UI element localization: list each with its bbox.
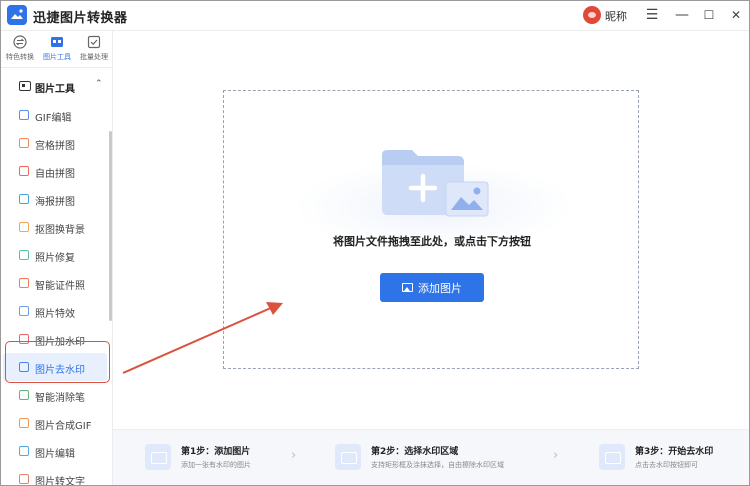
app-window: 迅捷图片转换器 昵称 ☰ — ☐ ✕ 特色转换 图片工具 批量处理 图片工具 ⌃… xyxy=(0,0,750,486)
annotation-arrow-icon xyxy=(122,302,283,374)
